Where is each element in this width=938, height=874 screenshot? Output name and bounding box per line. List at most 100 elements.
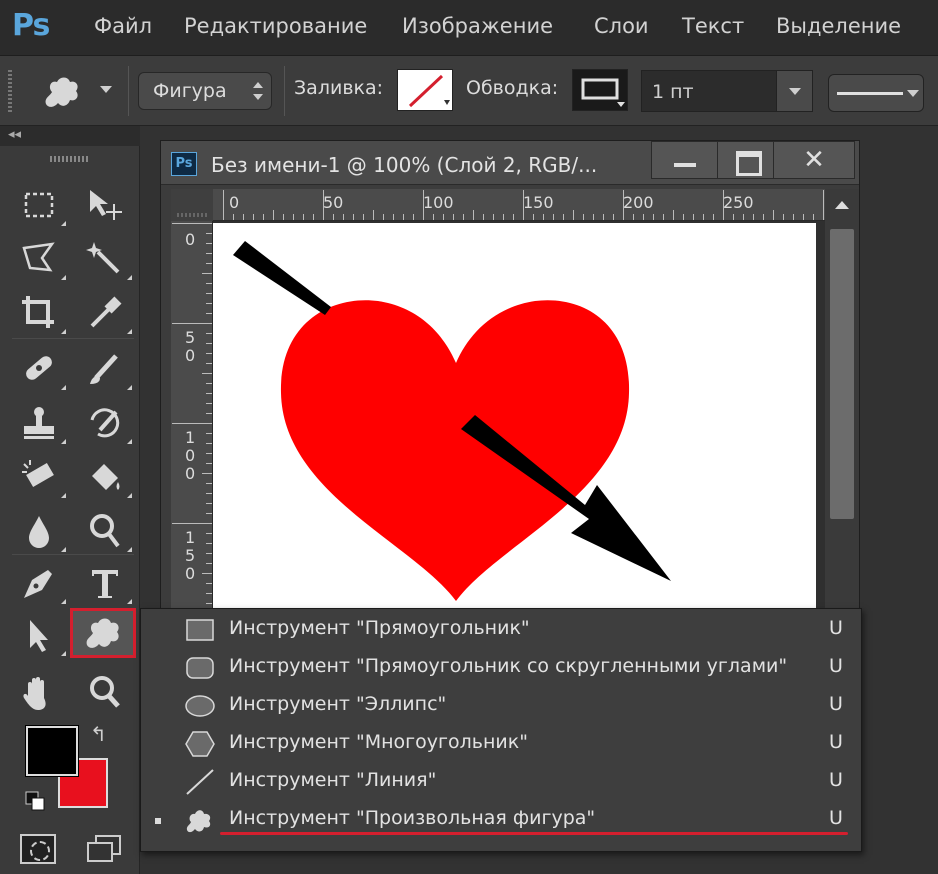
ruler-tick xyxy=(206,603,212,604)
custom-shape-tool-highlight[interactable] xyxy=(70,608,136,658)
ruler-tick xyxy=(202,573,212,574)
ruler-tick xyxy=(403,214,404,220)
ruler-tick xyxy=(573,210,574,220)
options-bar-grip[interactable] xyxy=(8,70,12,112)
ruler-left[interactable]: 0 5 0 1 0 0 1 5 0 xyxy=(171,221,213,611)
type-icon[interactable] xyxy=(82,560,132,606)
shortcut-key: U xyxy=(829,769,843,791)
ruler-tick xyxy=(673,210,674,220)
path-selection-icon[interactable] xyxy=(16,612,66,658)
ruler-tick xyxy=(206,293,212,294)
hand-icon[interactable] xyxy=(16,670,62,716)
marquee-icon[interactable] xyxy=(16,182,66,228)
ruler-tick xyxy=(513,214,514,220)
ruler-origin[interactable] xyxy=(171,189,213,221)
ruler-tick xyxy=(172,423,212,424)
lasso-icon[interactable] xyxy=(16,236,66,282)
brush-icon[interactable] xyxy=(82,346,132,392)
flyout-item-polygon[interactable]: Инструмент "Многоугольник" U xyxy=(141,725,861,763)
close-button[interactable]: ✕ xyxy=(774,142,854,178)
stroke-width-value: 1 пт xyxy=(652,81,694,103)
clone-stamp-icon[interactable] xyxy=(16,400,66,446)
stroke-width-field[interactable]: 1 пт xyxy=(641,70,813,112)
ruler-tick xyxy=(333,214,334,220)
ruler-top[interactable]: 0 50 100 150 200 250 xyxy=(171,189,825,221)
magic-wand-icon[interactable] xyxy=(82,236,132,282)
window-controls: ✕ xyxy=(651,141,855,179)
crop-icon[interactable] xyxy=(16,290,66,336)
menu-edit[interactable]: Редактирование xyxy=(184,14,367,38)
quick-mask-button[interactable] xyxy=(20,834,56,864)
ruler-tick xyxy=(206,243,212,244)
fill-swatch[interactable] xyxy=(397,69,453,111)
ruler-tick xyxy=(623,190,624,220)
move-icon[interactable] xyxy=(82,182,128,228)
ruler-tick xyxy=(303,214,304,220)
menu-layers[interactable]: Слои xyxy=(594,14,649,38)
foreground-color[interactable] xyxy=(26,726,78,776)
minimize-button[interactable] xyxy=(652,142,718,178)
rounded-rectangle-icon xyxy=(186,657,214,679)
no-fill-icon xyxy=(408,74,450,108)
ruler-tick xyxy=(206,553,212,554)
ruler-tick xyxy=(633,214,634,220)
ruler-tick xyxy=(206,253,212,254)
maximize-button[interactable] xyxy=(718,142,774,178)
pen-icon[interactable] xyxy=(16,560,66,606)
ruler-tick xyxy=(803,214,804,220)
toolbox-grip[interactable] xyxy=(50,156,90,162)
flyout-item-rounded-rectangle[interactable]: Инструмент "Прямоугольник со скругленным… xyxy=(141,649,861,687)
swap-colors-icon[interactable]: ↰ xyxy=(90,722,107,746)
flyout-item-line[interactable]: Инструмент "Линия" U xyxy=(141,763,861,801)
tool-mode-select[interactable]: Фигура xyxy=(138,72,272,110)
screen-mode-icon[interactable] xyxy=(86,834,122,864)
dodge-icon[interactable] xyxy=(82,508,132,554)
ruler-tick xyxy=(206,353,212,354)
vertical-scrollbar[interactable] xyxy=(825,189,859,614)
canvas-area[interactable] xyxy=(213,221,825,613)
document-title: Без имени-1 @ 100% (Слой 2, RGB/... xyxy=(211,153,598,177)
ruler-tick xyxy=(683,214,684,220)
flyout-item-label: Инструмент "Прямоугольник" xyxy=(229,617,530,639)
paint-bucket-icon[interactable] xyxy=(82,454,132,500)
menu-image[interactable]: Изображение xyxy=(402,14,553,38)
menu-type[interactable]: Текст xyxy=(682,14,744,38)
default-colors-icon[interactable] xyxy=(24,790,46,812)
ruler-tick xyxy=(233,214,234,220)
tool-preset-picker[interactable] xyxy=(40,70,120,114)
history-brush-icon[interactable] xyxy=(82,400,132,446)
flyout-item-ellipse[interactable]: Инструмент "Эллипс" U xyxy=(141,687,861,725)
eyedropper-icon[interactable] xyxy=(82,290,132,336)
blur-icon[interactable] xyxy=(16,508,66,554)
zoom-icon[interactable] xyxy=(82,670,128,716)
ruler-tick xyxy=(206,483,212,484)
selected-bullet-icon xyxy=(155,818,161,824)
stroke-width-dropdown[interactable] xyxy=(776,71,812,111)
ruler-tick xyxy=(223,190,224,220)
eraser-icon[interactable] xyxy=(16,454,66,500)
divider xyxy=(284,66,285,116)
flyout-item-label: Инструмент "Произвольная фигура" xyxy=(229,807,596,829)
document-title-bar[interactable]: Ps Без имени-1 @ 100% (Слой 2, RGB/... ✕ xyxy=(161,141,859,185)
stroke-swatch[interactable] xyxy=(572,69,628,111)
canvas[interactable] xyxy=(213,223,816,613)
ruler-top-label: 250 xyxy=(723,193,754,212)
ruler-tick xyxy=(206,463,212,464)
menu-select[interactable]: Выделение xyxy=(776,14,901,38)
flyout-item-rectangle[interactable]: Инструмент "Прямоугольник" U xyxy=(141,611,861,649)
menu-file[interactable]: Файл xyxy=(94,14,152,38)
collapse-icon[interactable]: ◂◂ xyxy=(8,127,21,142)
ruler-tick xyxy=(202,273,212,274)
stroke-style-select[interactable] xyxy=(828,74,924,112)
ruler-tick xyxy=(593,214,594,220)
ruler-tick xyxy=(283,214,284,220)
ruler-tick xyxy=(206,533,212,534)
divider xyxy=(128,66,129,116)
flyout-item-label: Инструмент "Линия" xyxy=(229,769,437,791)
scroll-up-icon[interactable] xyxy=(835,201,849,209)
document-window: Ps Без имени-1 @ 100% (Слой 2, RGB/... ✕… xyxy=(160,140,860,615)
scrollbar-thumb[interactable] xyxy=(830,229,854,519)
shortcut-key: U xyxy=(829,693,843,715)
solid-line-icon xyxy=(837,92,903,95)
healing-brush-icon[interactable] xyxy=(16,346,66,392)
